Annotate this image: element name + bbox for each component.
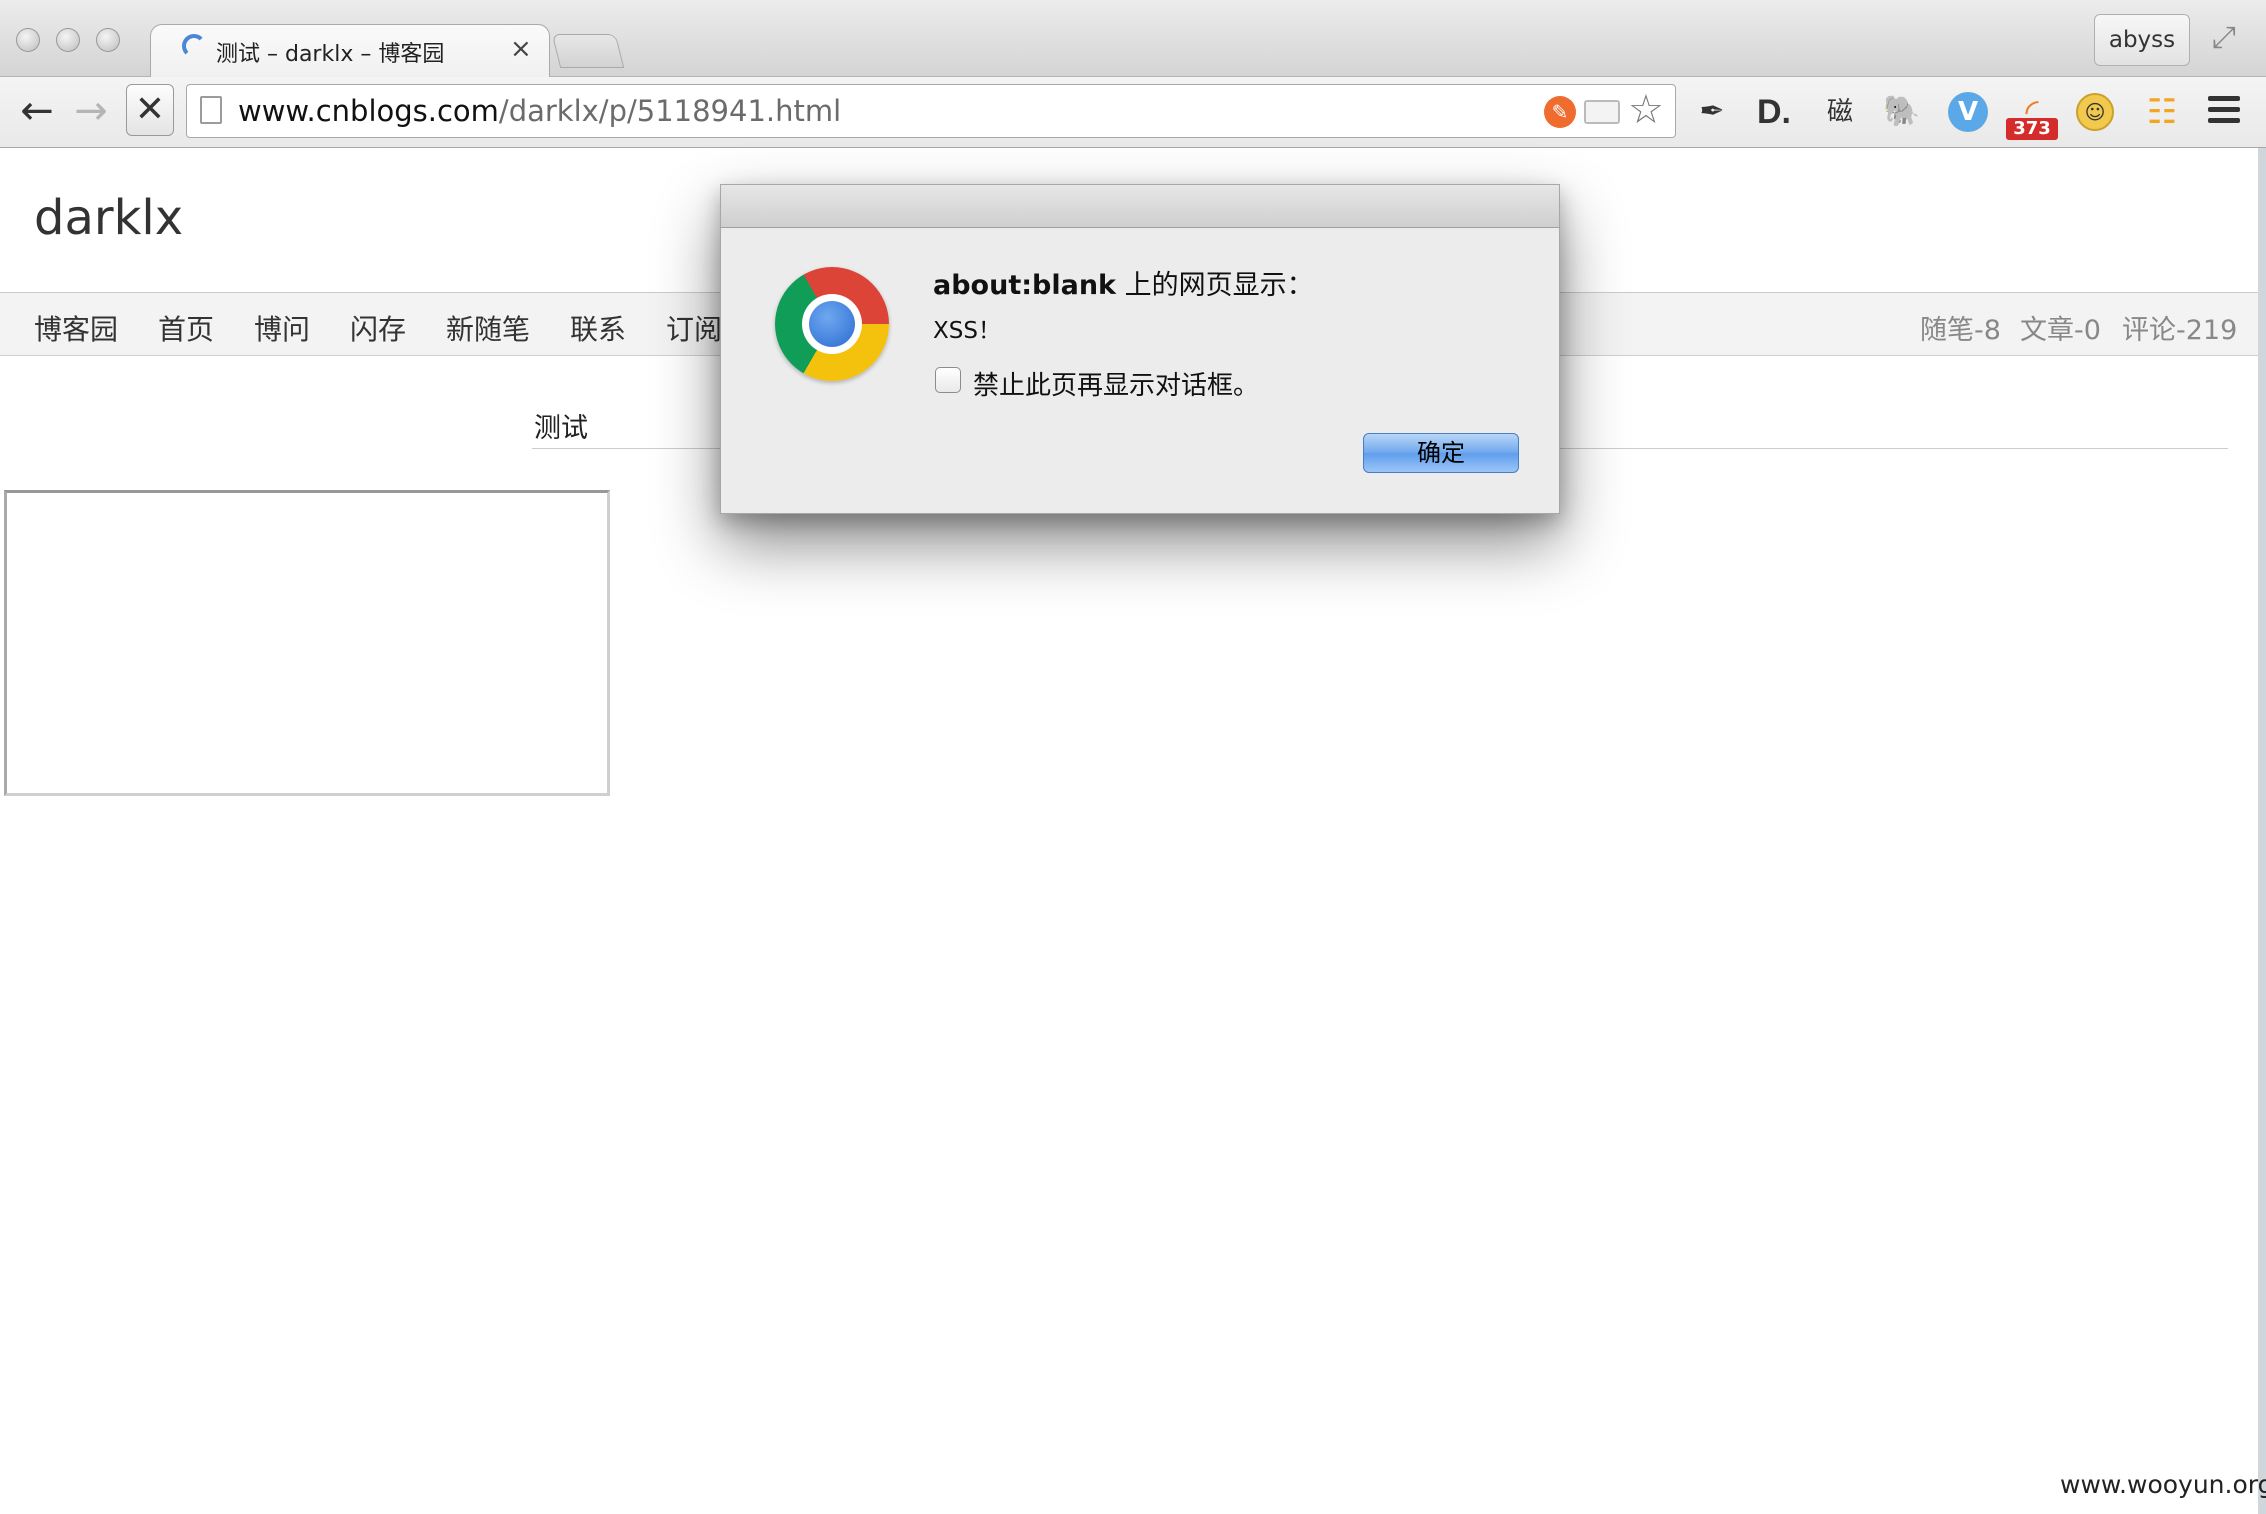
fullscreen-icon[interactable]: ⤢ — [2206, 20, 2242, 56]
dialog-heading: about:blank 上的网页显示： — [933, 263, 1314, 302]
grid-icon[interactable]: ☷ — [2140, 90, 2184, 134]
nav-link-questions[interactable]: 博问 — [254, 308, 310, 348]
watermark: www.wooyun.org — [2060, 1470, 2266, 1499]
url-path: /darklx/p/5118941.html — [498, 94, 842, 128]
stat-comments: 评论-219 — [2122, 315, 2238, 346]
blog-title[interactable]: darklx — [34, 190, 183, 246]
menu-icon[interactable] — [2208, 96, 2240, 126]
chrome-logo-icon — [775, 267, 889, 381]
url-host: www.cnblogs.com — [238, 94, 499, 128]
pen-icon[interactable]: ✒ — [1690, 90, 1734, 134]
d-icon[interactable]: D. — [1752, 90, 1796, 134]
ci-icon[interactable]: 磁 — [1818, 90, 1862, 134]
new-tab-button[interactable] — [551, 34, 625, 68]
suppress-dialogs-checkbox[interactable] — [935, 367, 961, 393]
dialog-titlebar — [721, 185, 1559, 228]
stat-articles: 文章-0 — [2020, 315, 2101, 346]
post-title[interactable]: 测试 — [534, 406, 588, 445]
alert-dialog: about:blank 上的网页显示： XSS！ 禁止此页再显示对话框。 确定 — [720, 184, 1560, 514]
ok-button[interactable]: 确定 — [1363, 433, 1519, 473]
dialog-origin: about:blank — [933, 270, 1117, 301]
embedded-frame — [4, 490, 610, 796]
nav-link-new-post[interactable]: 新随笔 — [446, 308, 530, 348]
loading-spinner-icon — [182, 34, 206, 58]
tab-title: 测试 – darklx – 博客园 — [216, 42, 445, 67]
nav-link-contact[interactable]: 联系 — [570, 308, 626, 348]
smiley-icon[interactable]: ☺ — [2076, 93, 2114, 131]
stat-posts: 随笔-8 — [1920, 315, 2001, 346]
envelope-icon[interactable] — [1584, 100, 1620, 124]
window-close-button[interactable] — [16, 28, 40, 52]
nav-link-home[interactable]: 首页 — [158, 308, 214, 348]
forward-arrow-icon[interactable]: → — [66, 86, 116, 136]
suppress-dialogs-label[interactable]: 禁止此页再显示对话框。 — [973, 365, 1259, 402]
address-url[interactable]: www.cnblogs.com/darklx/p/5118941.html — [238, 92, 841, 130]
v-icon[interactable]: V — [1948, 92, 1988, 132]
nav-link-flash[interactable]: 闪存 — [350, 308, 406, 348]
profile-button[interactable]: abyss — [2094, 14, 2190, 66]
brush-extension-icon[interactable]: ✎ — [1544, 96, 1576, 128]
dialog-heading-suffix: 上的网页显示： — [1116, 270, 1314, 301]
stop-loading-button[interactable]: ✕ — [126, 84, 174, 136]
dialog-message: XSS！ — [933, 318, 1001, 344]
window-zoom-button[interactable] — [96, 28, 120, 52]
tab-close-icon[interactable]: × — [510, 36, 532, 62]
back-arrow-icon[interactable]: ← — [12, 86, 62, 136]
nav-link-subscribe[interactable]: 订阅 — [666, 308, 722, 348]
evernote-icon[interactable]: 🐘 — [1880, 90, 1924, 134]
bookmark-star-icon[interactable]: ☆ — [1628, 88, 1664, 132]
page-icon — [200, 96, 222, 124]
nav-link-cnblogs[interactable]: 博客园 — [34, 308, 118, 348]
window-edge — [2258, 148, 2266, 1514]
window-minimize-button[interactable] — [56, 28, 80, 52]
rss-count-badge: 373 — [2006, 118, 2058, 140]
